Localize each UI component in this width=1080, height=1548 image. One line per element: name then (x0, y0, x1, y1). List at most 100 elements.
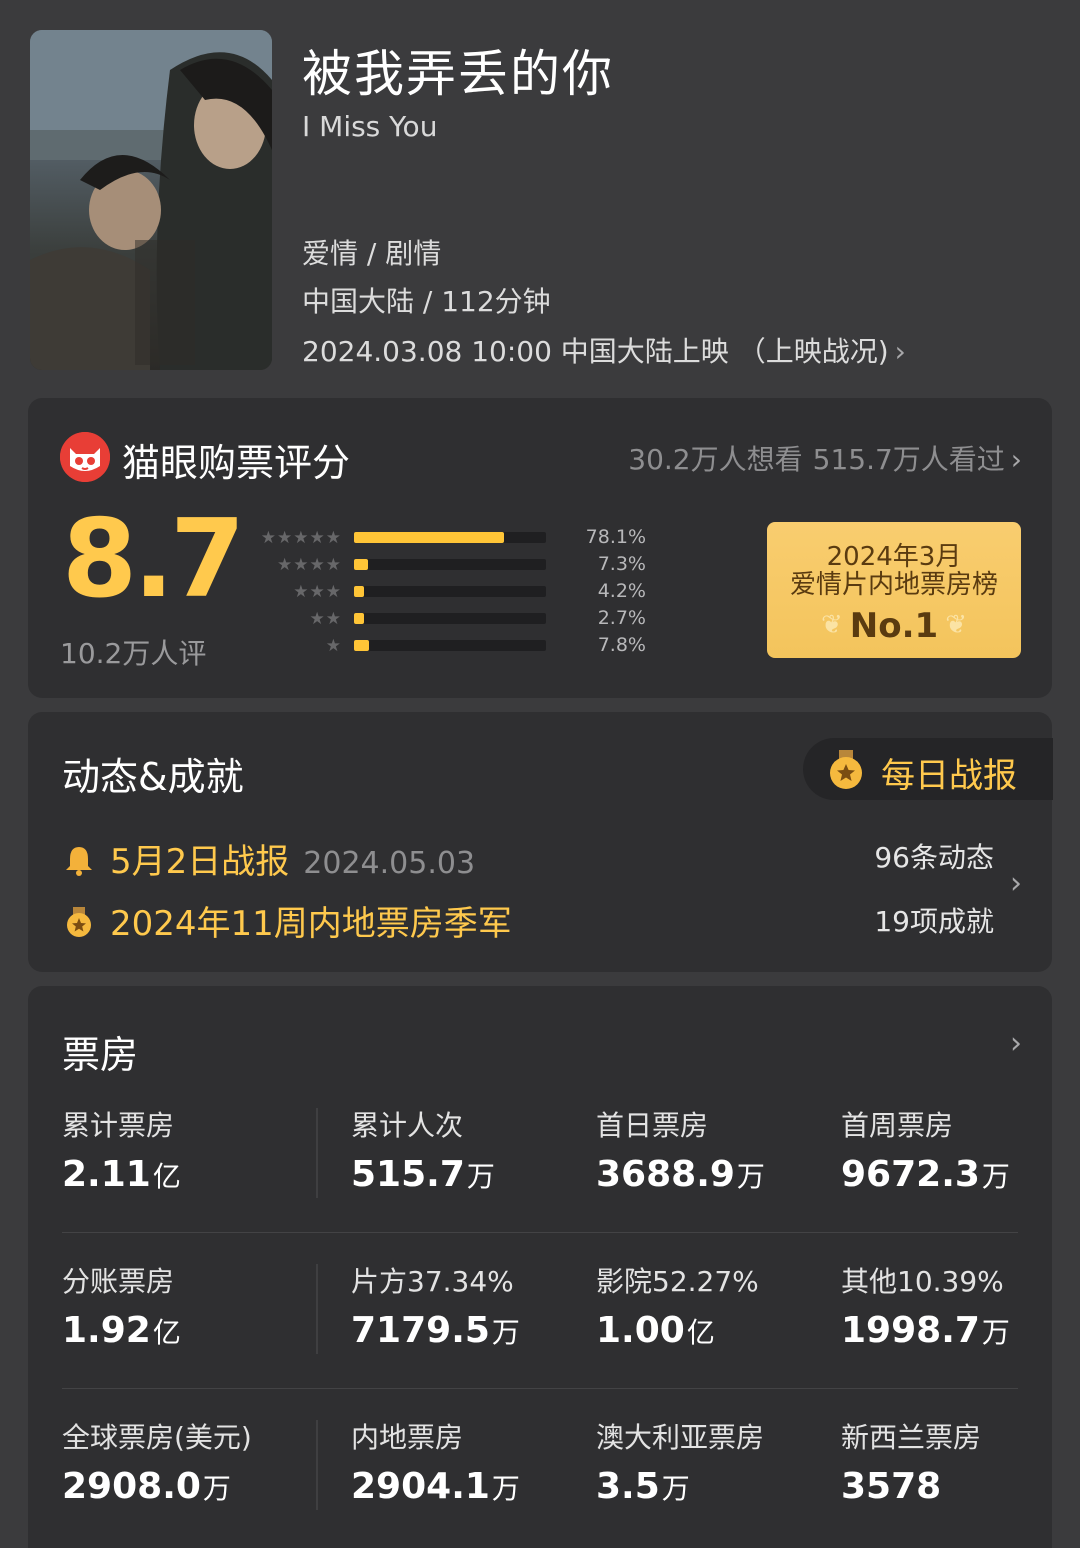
dynamics-card[interactable]: 动态&成就 每日战报 5月2日战报 2024.05.03 2024年11周内地票房… (28, 712, 1053, 972)
stat-label: 其他10.39% (841, 1265, 1004, 1298)
rating-title: 猫眼购票评分 (122, 441, 351, 485)
stat-value: 515.7万 (351, 1154, 495, 1195)
stat-label: 片方37.34% (351, 1265, 514, 1298)
dynamic-item-text: 5月2日战报 (110, 842, 290, 882)
dynamic-item-report[interactable]: 5月2日战报 2024.05.03 (62, 834, 475, 883)
rating-bar-fill (354, 640, 369, 651)
want-to-see-count: 30.2万人想看 (628, 443, 803, 476)
chevron-right-icon[interactable]: › (1010, 1026, 1022, 1061)
rating-bar-fill (354, 613, 364, 624)
stat-value: 3.5万 (596, 1466, 690, 1507)
stat-value: 2.11亿 (62, 1154, 181, 1195)
stat-value: 7179.5万 (351, 1310, 520, 1351)
rating-bar-track (354, 613, 546, 624)
divider (316, 1264, 318, 1354)
stat-label: 累计票房 (62, 1109, 175, 1142)
dynamic-item-achievement[interactable]: 2024年11周内地票房季军 (62, 896, 512, 945)
stat-producer-share: 片方37.34% 7179.5万 (351, 1260, 520, 1351)
movie-genres: 爱情 / 剧情 (302, 237, 442, 270)
rating-percent: 7.8% (597, 634, 646, 656)
stat-label: 首日票房 (596, 1109, 709, 1142)
rating-bar-track (354, 586, 546, 597)
stat-value: 1.92亿 (62, 1310, 181, 1351)
rating-bar-fill (354, 559, 369, 570)
stat-label: 累计人次 (351, 1109, 464, 1142)
stat-split-box-office: 分账票房 1.92亿 (62, 1260, 181, 1351)
release-info-text: 2024.03.08 10:00 中国大陆上映 （上映战况) (302, 335, 889, 368)
stat-label: 全球票房(美元) (62, 1421, 252, 1454)
stat-value: 3688.9万 (596, 1154, 765, 1195)
movie-poster[interactable] (30, 30, 272, 370)
rating-percent: 4.2% (597, 580, 646, 602)
laurel-right-icon: ❦ (945, 610, 967, 640)
rating-bar-track (354, 640, 546, 651)
stat-label: 新西兰票房 (841, 1421, 982, 1454)
stat-value: 3578 (841, 1466, 942, 1507)
rating-bar-fill (354, 586, 364, 597)
stat-label: 影院52.27% (596, 1265, 759, 1298)
ranking-badge[interactable]: 2024年3月 爱情片内地票房榜 ❦ No.1 ❦ (767, 522, 1021, 658)
ranking-category: 爱情片内地票房榜 (789, 570, 998, 600)
daily-report-button[interactable]: 每日战报 (803, 738, 1053, 800)
divider (316, 1108, 318, 1198)
stat-global-box-office: 全球票房(美元) 2908.0万 (62, 1416, 252, 1507)
stat-value: 1.00亿 (596, 1310, 715, 1351)
medal-icon (830, 750, 862, 789)
rating-distribution-row: ★★ 2.7% (250, 607, 650, 634)
rating-distribution-row: ★ 7.8% (250, 634, 650, 661)
stat-new-zealand-box-office: 新西兰票房 3578 (841, 1416, 981, 1507)
divider (62, 1388, 1018, 1389)
rating-percent: 7.3% (597, 553, 646, 575)
stat-mainland-box-office: 内地票房 2904.1万 (351, 1416, 520, 1507)
stat-label: 首周票房 (841, 1109, 954, 1142)
stat-label: 澳大利亚票房 (596, 1421, 765, 1454)
release-info-link[interactable]: 2024.03.08 10:00 中国大陆上映 （上映战况) › (302, 330, 906, 370)
stat-opening-week: 首周票房 9672.3万 (841, 1104, 1010, 1195)
ranking-number: No.1 (849, 606, 939, 646)
rating-distribution-row: ★★★★★ 78.1% (250, 526, 650, 553)
dynamic-item-text: 2024年11周内地票房季军 (110, 904, 512, 944)
bell-icon (66, 847, 92, 876)
movie-title: 被我弄丢的你 (302, 45, 614, 103)
chevron-right-icon[interactable]: › (1010, 866, 1022, 901)
stat-australia-box-office: 澳大利亚票房 3.5万 (596, 1416, 764, 1507)
stat-value: 2904.1万 (351, 1466, 520, 1507)
star-icon: ★★ (309, 609, 342, 629)
stat-cinema-share: 影院52.27% 1.00亿 (596, 1260, 759, 1351)
audience-stats-link[interactable]: 30.2万人想看 515.7万人看过 › (628, 438, 1022, 478)
stat-value: 1998.7万 (841, 1310, 1010, 1351)
rating-percent: 2.7% (597, 607, 646, 629)
rating-card[interactable]: 猫眼购票评分 30.2万人想看 515.7万人看过 › 8.7 10.2万人评 ★★… (28, 398, 1052, 698)
stat-opening-day: 首日票房 3688.9万 (596, 1104, 765, 1195)
rating-distribution: ★★★★★ 78.1% ★★★★ 7.3% ★★★ 4.2% ★★ 2.7% ★ 7.8% (250, 526, 650, 661)
maoyan-cat-logo-icon (60, 432, 110, 482)
rating-bar-track (354, 559, 546, 570)
stat-total-box-office: 累计票房 2.11亿 (62, 1104, 181, 1195)
medal-icon (67, 907, 91, 937)
stat-total-admissions: 累计人次 515.7万 (351, 1104, 495, 1195)
daily-report-label: 每日战报 (881, 756, 1017, 796)
watched-count: 515.7万人看过 (812, 443, 1005, 476)
rating-score: 8.7 (62, 497, 245, 622)
movie-english-title: I Miss You (302, 110, 438, 143)
updates-count: 96条动态 (874, 841, 994, 874)
star-icon: ★★★ (293, 582, 342, 602)
stat-value: 2908.0万 (62, 1466, 231, 1507)
dynamics-title: 动态&成就 (62, 755, 244, 799)
rating-count: 10.2万人评 (60, 637, 207, 670)
rating-distribution-row: ★★★ 4.2% (250, 580, 650, 607)
dynamic-item-date: 2024.05.03 (303, 846, 476, 881)
chevron-right-icon: › (1010, 443, 1022, 476)
stat-value: 9672.3万 (841, 1154, 1010, 1195)
stat-other-share: 其他10.39% 1998.7万 (841, 1260, 1010, 1351)
box-office-card[interactable]: 票房 › 累计票房 2.11亿 累计人次 515.7万 首日票房 3688.9万… (28, 986, 1052, 1548)
divider (316, 1420, 318, 1510)
achievements-count: 19项成就 (874, 905, 994, 938)
rating-percent: 78.1% (585, 526, 646, 548)
stat-label: 分账票房 (62, 1265, 175, 1298)
rating-distribution-row: ★★★★ 7.3% (250, 553, 650, 580)
star-icon: ★★★★★ (260, 528, 342, 548)
rating-bar-fill (354, 532, 504, 543)
rating-bar-track (354, 532, 546, 543)
stat-label: 内地票房 (351, 1421, 464, 1454)
